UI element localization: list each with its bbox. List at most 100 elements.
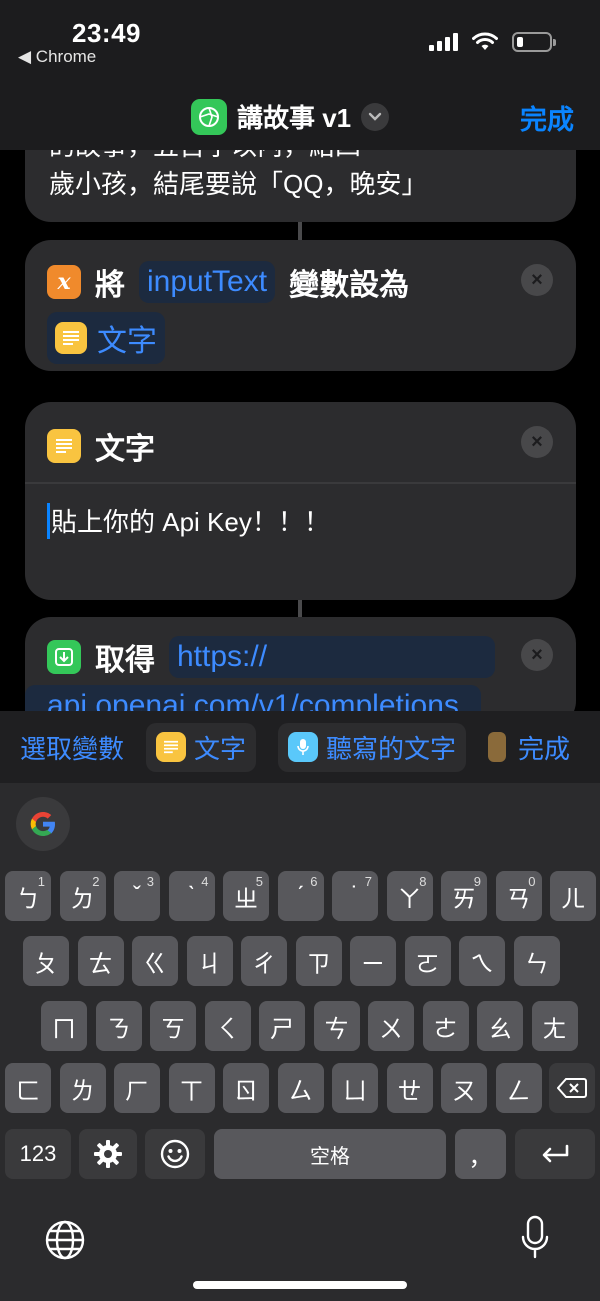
key-label: ㄠ — [488, 1015, 512, 1043]
text-action-header: 文字 — [47, 424, 155, 468]
text-cursor — [47, 502, 50, 539]
key-8[interactable]: ㄚ8 — [386, 871, 433, 921]
key-9[interactable]: ㄡ — [441, 1063, 487, 1113]
variable-value-label: 文字 — [97, 325, 157, 358]
remove-action-button[interactable]: × — [521, 426, 553, 458]
key-10[interactable]: ㄢ0 — [495, 871, 542, 921]
key-1[interactable]: ㄅ1 — [5, 871, 51, 921]
variable-value-token[interactable]: 文字 — [47, 312, 165, 364]
key-9[interactable]: ㄞ9 — [441, 871, 487, 921]
key-1[interactable]: ㄆ — [23, 936, 69, 986]
key-5[interactable]: ㄔ — [241, 936, 287, 986]
key-8[interactable]: ㄝ — [386, 1063, 433, 1113]
return-key[interactable] — [515, 1129, 595, 1179]
suggestion-more-icon[interactable] — [488, 732, 507, 762]
key-label: ˙ — [351, 882, 359, 909]
return-icon — [542, 1144, 569, 1163]
shortcut-title[interactable]: 講故事 v1 — [191, 98, 390, 135]
key-5[interactable]: ㄖ — [223, 1063, 269, 1113]
key-3[interactable]: ㄍ — [132, 936, 178, 986]
dictation-microphone-icon[interactable] — [520, 1215, 550, 1266]
settings-key[interactable] — [79, 1129, 137, 1179]
variable-name-token[interactable]: inputText — [139, 261, 276, 303]
key-7[interactable]: ㄨ — [368, 1001, 414, 1051]
key-5[interactable]: ㄓ5 — [223, 871, 269, 921]
key-label: ㄚ — [397, 885, 422, 913]
key-label: ㄆ — [34, 950, 58, 978]
google-icon[interactable] — [16, 797, 70, 851]
remove-action-button[interactable]: × — [521, 639, 553, 671]
key-5[interactable]: ㄕ — [259, 1001, 305, 1051]
key-6[interactable]: ㄘ — [313, 1001, 360, 1051]
key-6[interactable]: ㄗ — [295, 936, 342, 986]
gear-icon — [94, 1140, 122, 1168]
chevron-down-icon[interactable] — [361, 102, 390, 131]
key-number-hint: 4 — [201, 874, 209, 889]
key-10[interactable]: ㄥ — [495, 1063, 542, 1113]
key-2[interactable]: ㄊ — [77, 936, 124, 986]
delete-key[interactable] — [549, 1063, 595, 1113]
globe-icon[interactable] — [44, 1219, 86, 1266]
key-1[interactable]: ㄇ — [41, 1001, 87, 1051]
key-label: ㄢ — [506, 885, 531, 913]
home-indicator[interactable] — [193, 1281, 407, 1289]
key-label: ㄩ — [343, 1077, 367, 1105]
space-key[interactable]: 空格 — [214, 1129, 446, 1179]
key-2[interactable]: ㄉ2 — [59, 871, 106, 921]
key-3[interactable]: ˇ3 — [114, 871, 160, 921]
key-9[interactable]: ㄟ — [459, 936, 505, 986]
text-action-card[interactable]: 文字 × 貼上你的 Api Key！！！ — [25, 402, 576, 600]
set-variable-card[interactable]: x 將 inputText 變數設為 × 文字 — [25, 240, 576, 371]
key-4[interactable]: ˋ4 — [168, 871, 215, 921]
connector-line — [298, 222, 302, 240]
key-6[interactable]: ㄙ — [277, 1063, 324, 1113]
url-token-1[interactable]: https:// — [169, 636, 495, 678]
key-8[interactable]: ㄛ — [404, 936, 451, 986]
top-bar: 23:49 ◀ Chrome 講故事 v1 完成 — [0, 0, 600, 150]
remove-action-button[interactable]: × — [521, 264, 553, 296]
key-label: ˋ — [187, 882, 196, 909]
prompt-text-line-2: 歲小孩，結尾要說「QQ，晚安」 — [49, 169, 428, 199]
key-label: ㄉ — [70, 885, 95, 913]
key-label: ㄟ — [470, 950, 494, 978]
suggestion-dictated-text[interactable]: 聽寫的文字 — [278, 722, 467, 772]
key-3[interactable]: ㄏ — [114, 1063, 160, 1113]
done-button[interactable]: 完成 — [520, 98, 574, 137]
connector-line — [298, 600, 302, 617]
emoji-icon — [160, 1139, 190, 1169]
key-number-hint: 6 — [310, 874, 318, 889]
key-7[interactable]: ㄩ — [332, 1063, 378, 1113]
key-4[interactable]: ㄑ — [204, 1001, 251, 1051]
key-7[interactable]: ˙ 7 — [332, 871, 378, 921]
key-10[interactable]: ㄣ — [513, 936, 560, 986]
key-7[interactable]: ㄧ — [350, 936, 396, 986]
variable-suggestion-bar: 選取變數 文字 聽寫的文字 完成 — [0, 711, 600, 783]
select-variable-button[interactable]: 選取變數 — [20, 729, 124, 766]
set-variable-row: x 將 inputText 變數設為 — [47, 260, 409, 304]
comma-key[interactable]: ， — [455, 1129, 506, 1179]
set-suffix: 變數設為 — [289, 269, 410, 302]
key-10[interactable]: ㄤ — [531, 1001, 578, 1051]
key-8[interactable]: ㄜ — [422, 1001, 469, 1051]
key-1[interactable]: ㄈ — [5, 1063, 51, 1113]
key-2[interactable]: ㄋ — [95, 1001, 142, 1051]
key-11[interactable]: ㄦ — [550, 871, 596, 921]
key-label: ㄊ — [88, 950, 113, 978]
suggestion-text[interactable]: 文字 — [146, 722, 257, 772]
key-3[interactable]: ㄎ — [150, 1001, 196, 1051]
key-label: ㄙ — [288, 1077, 313, 1105]
download-icon — [47, 640, 81, 674]
back-to-chrome[interactable]: ◀ Chrome — [18, 47, 96, 67]
key-4[interactable]: ㄒ — [168, 1063, 215, 1113]
key-4[interactable]: ㄐ — [186, 936, 233, 986]
keyboard-done-button[interactable]: 完成 — [518, 729, 570, 766]
set-verb: 將 — [95, 269, 125, 302]
emoji-key[interactable] — [145, 1129, 205, 1179]
key-9[interactable]: ㄠ — [477, 1001, 523, 1051]
text-icon — [47, 429, 81, 463]
text-input-field[interactable]: 貼上你的 Api Key！！！ — [47, 502, 330, 539]
key-label: ㄦ — [561, 885, 585, 913]
key-6[interactable]: ˊ6 — [277, 871, 324, 921]
numbers-key[interactable]: 123 — [5, 1129, 71, 1179]
key-2[interactable]: ㄌ — [59, 1063, 106, 1113]
